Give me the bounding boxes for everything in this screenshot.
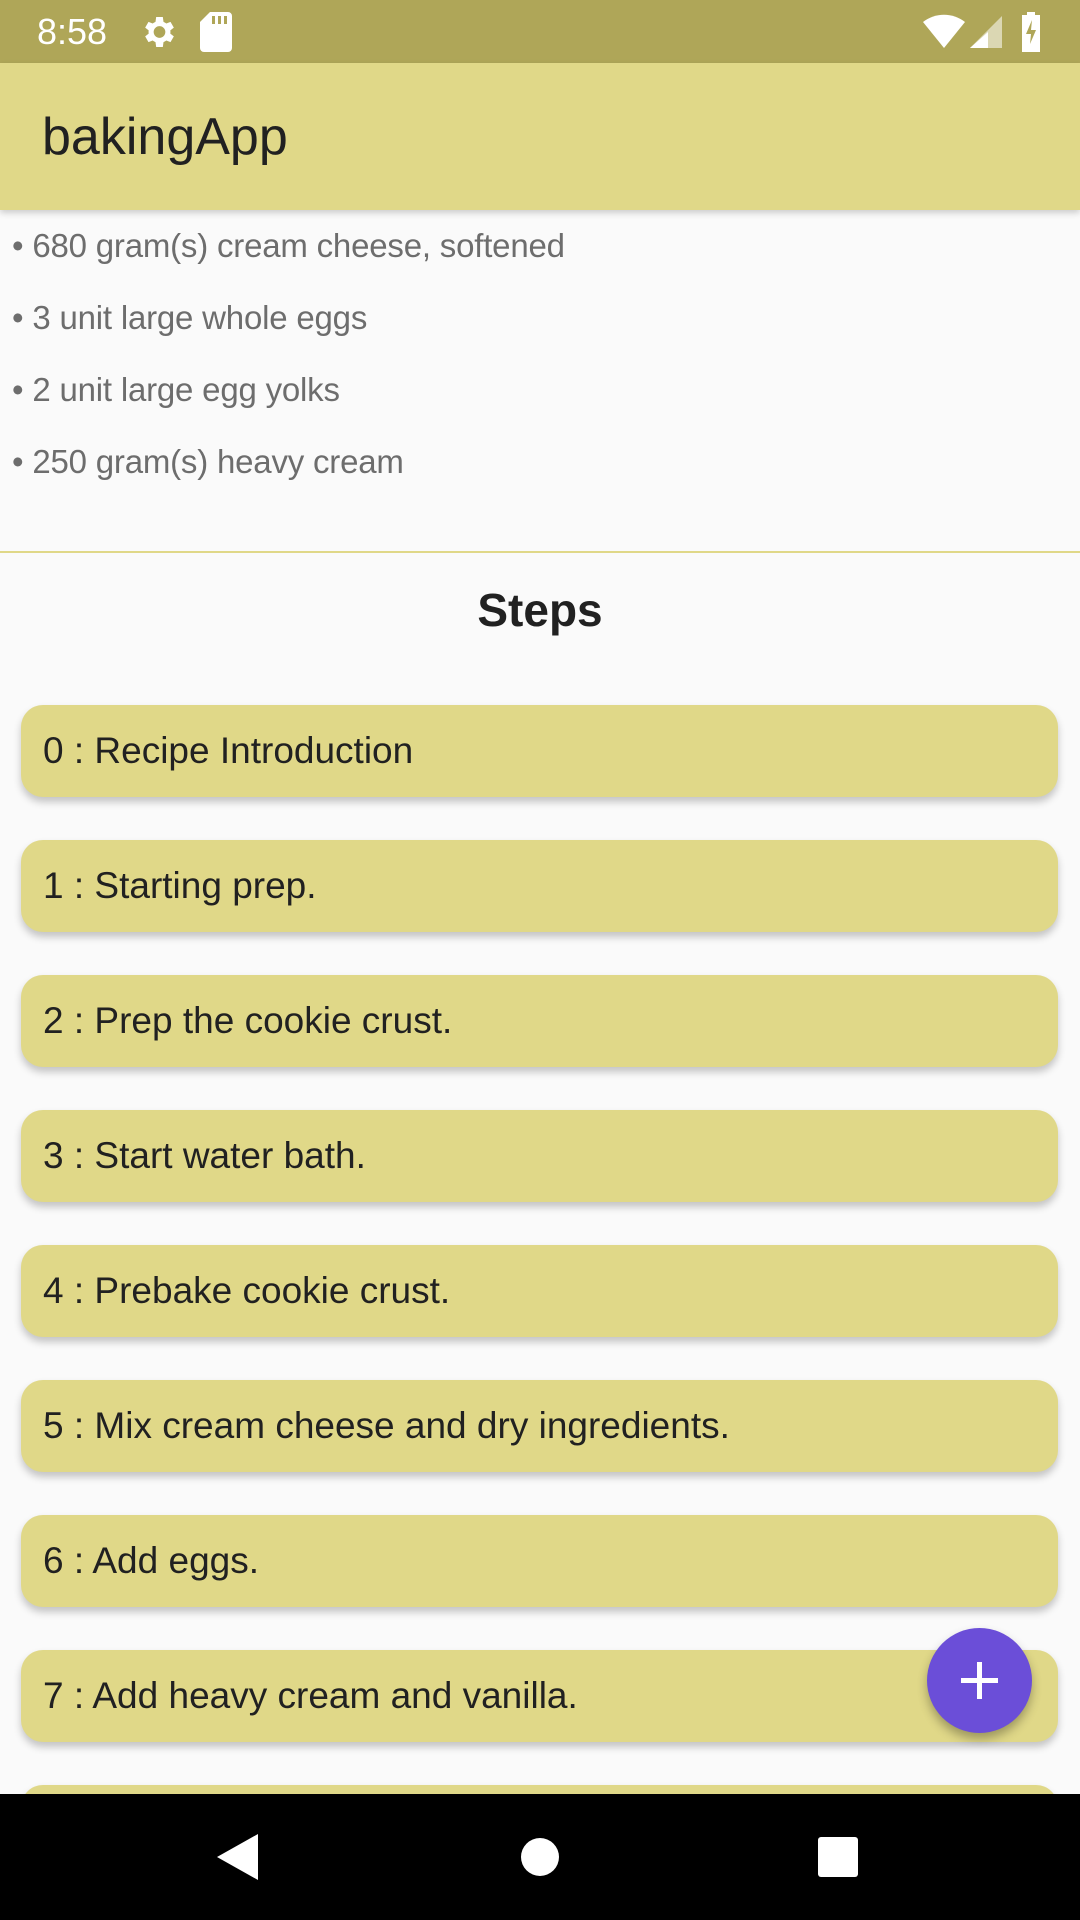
step-card[interactable]: 3 : Start water bath. bbox=[21, 1110, 1058, 1202]
step-label: 3 : Start water bath. bbox=[43, 1135, 366, 1176]
steps-list[interactable]: 0 : Recipe Introduction 1 : Starting pre… bbox=[0, 690, 1080, 1794]
app-bar: bakingApp bbox=[0, 63, 1080, 210]
plus-icon bbox=[961, 1662, 998, 1699]
back-button[interactable] bbox=[160, 1794, 320, 1920]
screen: 8:58 bakingApp • 680 gram(s) cream chees… bbox=[0, 0, 1080, 1920]
home-button[interactable] bbox=[460, 1794, 620, 1920]
home-icon bbox=[521, 1838, 559, 1876]
step-label: 6 : Add eggs. bbox=[43, 1540, 260, 1581]
step-label: 4 : Prebake cookie crust. bbox=[43, 1270, 451, 1311]
back-icon bbox=[217, 1834, 258, 1880]
step-card[interactable]: 1 : Starting prep. bbox=[21, 840, 1058, 932]
step-card[interactable]: 4 : Prebake cookie crust. bbox=[21, 1245, 1058, 1337]
recents-icon bbox=[818, 1837, 858, 1877]
nav-bar bbox=[0, 1794, 1080, 1920]
step-card[interactable]: 0 : Recipe Introduction bbox=[21, 705, 1058, 797]
status-bar: 8:58 bbox=[0, 0, 1080, 63]
battery-charging-icon bbox=[1020, 12, 1042, 52]
ingredients-list: • 680 gram(s) cream cheese, softened • 3… bbox=[0, 210, 1080, 550]
step-card-partial[interactable] bbox=[21, 1785, 1058, 1794]
settings-gear-icon bbox=[138, 12, 178, 52]
step-card[interactable]: 5 : Mix cream cheese and dry ingredients… bbox=[21, 1380, 1058, 1472]
add-fab-button[interactable] bbox=[927, 1628, 1032, 1733]
step-label: 2 : Prep the cookie crust. bbox=[43, 1000, 453, 1041]
step-label: 5 : Mix cream cheese and dry ingredients… bbox=[43, 1405, 730, 1446]
step-label: 1 : Starting prep. bbox=[43, 865, 317, 906]
ingredient-item: • 3 unit large whole eggs bbox=[12, 299, 368, 336]
ingredient-item: • 2 unit large egg yolks bbox=[12, 371, 340, 408]
sd-card-icon bbox=[200, 12, 232, 52]
step-label: 7 : Add heavy cream and vanilla. bbox=[43, 1675, 578, 1716]
app-title: bakingApp bbox=[42, 108, 288, 166]
wifi-icon bbox=[922, 12, 966, 52]
step-label: 0 : Recipe Introduction bbox=[43, 730, 414, 771]
step-card[interactable]: 6 : Add eggs. bbox=[21, 1515, 1058, 1607]
status-time: 8:58 bbox=[37, 11, 108, 52]
steps-heading: Steps bbox=[477, 584, 603, 636]
recents-button[interactable] bbox=[758, 1794, 918, 1920]
ingredient-item: • 250 gram(s) heavy cream bbox=[12, 443, 404, 480]
cell-signal-icon bbox=[968, 12, 1004, 52]
step-card[interactable]: 2 : Prep the cookie crust. bbox=[21, 975, 1058, 1067]
step-card[interactable]: 7 : Add heavy cream and vanilla. bbox=[21, 1650, 1058, 1742]
divider bbox=[0, 551, 1080, 553]
ingredient-item: • 680 gram(s) cream cheese, softened bbox=[12, 227, 565, 264]
